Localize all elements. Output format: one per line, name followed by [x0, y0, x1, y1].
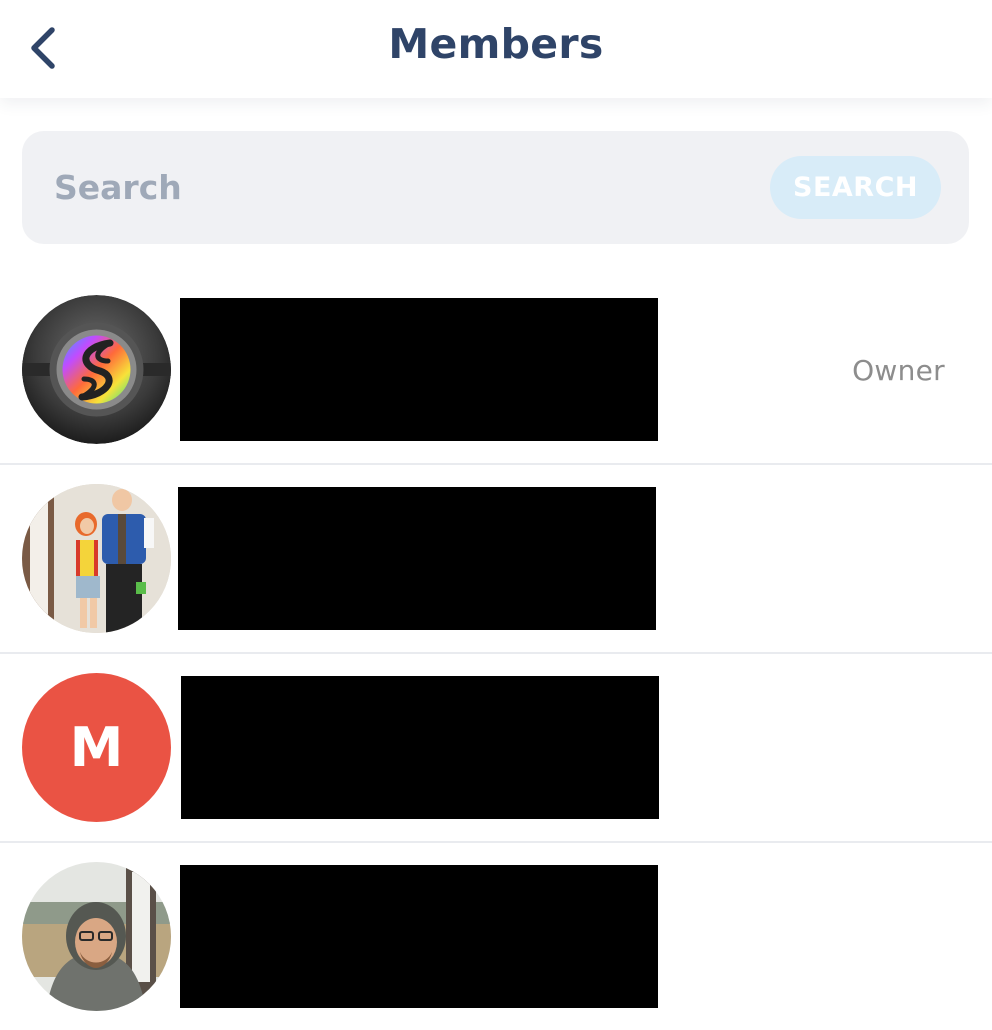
- member-name-redacted: [180, 865, 658, 1008]
- search-input[interactable]: [54, 159, 754, 215]
- member-row[interactable]: Owner: [0, 276, 992, 465]
- page-title: Members: [388, 20, 604, 68]
- search-bar: SEARCH: [22, 131, 969, 244]
- avatar: [22, 295, 171, 444]
- avatar: [22, 862, 171, 1011]
- avatar: [22, 484, 171, 633]
- member-name-redacted: [178, 487, 656, 630]
- member-row[interactable]: [0, 843, 992, 1030]
- member-list: Owner M: [0, 276, 992, 1030]
- mega-stone-logo-icon: [22, 295, 171, 444]
- profile-photo-icon: [22, 862, 171, 1011]
- top-app-bar: Members: [0, 0, 992, 98]
- member-name-redacted: [180, 298, 658, 441]
- member-name-redacted: [181, 676, 659, 819]
- member-row[interactable]: M: [0, 654, 992, 843]
- avatar: M: [22, 673, 171, 822]
- avatar-initial: M: [69, 716, 124, 779]
- member-role-label: Owner: [852, 354, 945, 387]
- search-button[interactable]: SEARCH: [770, 156, 941, 219]
- profile-photo-icon: [22, 484, 171, 633]
- member-row[interactable]: [0, 465, 992, 654]
